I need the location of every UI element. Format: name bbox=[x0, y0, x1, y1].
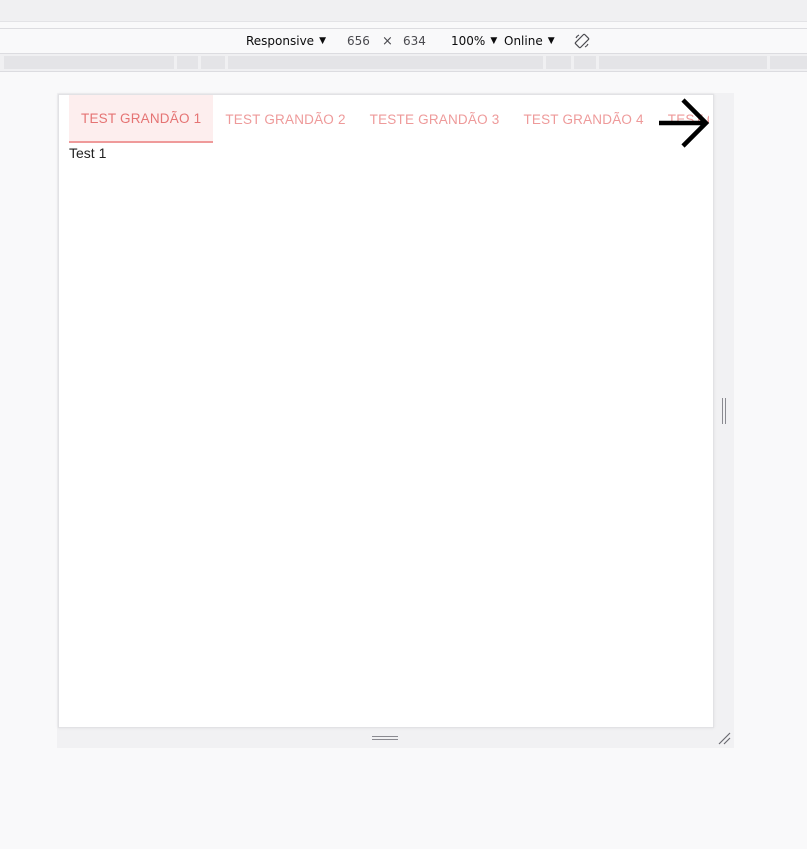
caret-down-icon: ▼ bbox=[490, 36, 498, 46]
caret-down-icon: ▼ bbox=[547, 36, 555, 46]
caret-down-icon: ▼ bbox=[319, 36, 326, 46]
responsive-design-toolbar: Responsive ▼ 656 × 634 100% ▼ Online ▼ bbox=[0, 28, 807, 54]
network-throttle-selector[interactable]: Online ▼ bbox=[504, 29, 555, 53]
tab-bar: TEST GRANDÃO 1 TEST GRANDÃO 2 TESTE GRAN… bbox=[69, 95, 709, 143]
viewport-width-resize-handle[interactable] bbox=[721, 398, 727, 426]
tab-panel-content: Test 1 bbox=[69, 145, 107, 161]
tab-test-grandao-4[interactable]: TEST GRANDÃO 4 bbox=[511, 95, 655, 143]
resize-grip-icon bbox=[718, 732, 731, 745]
tab-test-grandao-1[interactable]: TEST GRANDÃO 1 bbox=[69, 95, 214, 143]
ruler-bar bbox=[0, 54, 807, 72]
browser-top-strip bbox=[0, 0, 807, 22]
viewport-height-resize-handle[interactable] bbox=[372, 735, 400, 742]
tab-scroll-right-button[interactable] bbox=[655, 95, 713, 151]
tab-test-grandao-2[interactable]: TEST GRANDÃO 2 bbox=[213, 95, 357, 143]
arrow-right-icon bbox=[659, 98, 710, 148]
device-selector-label: Responsive bbox=[246, 34, 315, 48]
network-label: Online bbox=[504, 34, 543, 48]
rotate-icon bbox=[574, 33, 590, 49]
tab-teste-grandao-3[interactable]: TESTE GRANDÃO 3 bbox=[358, 95, 512, 143]
responsive-viewport: TEST GRANDÃO 1 TEST GRANDÃO 2 TESTE GRAN… bbox=[58, 94, 714, 728]
viewport-width-input[interactable]: 656 bbox=[347, 29, 370, 53]
dimension-separator: × bbox=[382, 33, 393, 49]
viewport-corner-resize-handle[interactable] bbox=[716, 730, 732, 746]
rotate-button[interactable] bbox=[574, 29, 590, 53]
zoom-selector[interactable]: 100% ▼ bbox=[451, 29, 497, 53]
viewport-height-input[interactable]: 634 bbox=[403, 29, 426, 53]
device-selector[interactable]: Responsive ▼ bbox=[246, 29, 326, 53]
zoom-label: 100% bbox=[451, 34, 486, 48]
